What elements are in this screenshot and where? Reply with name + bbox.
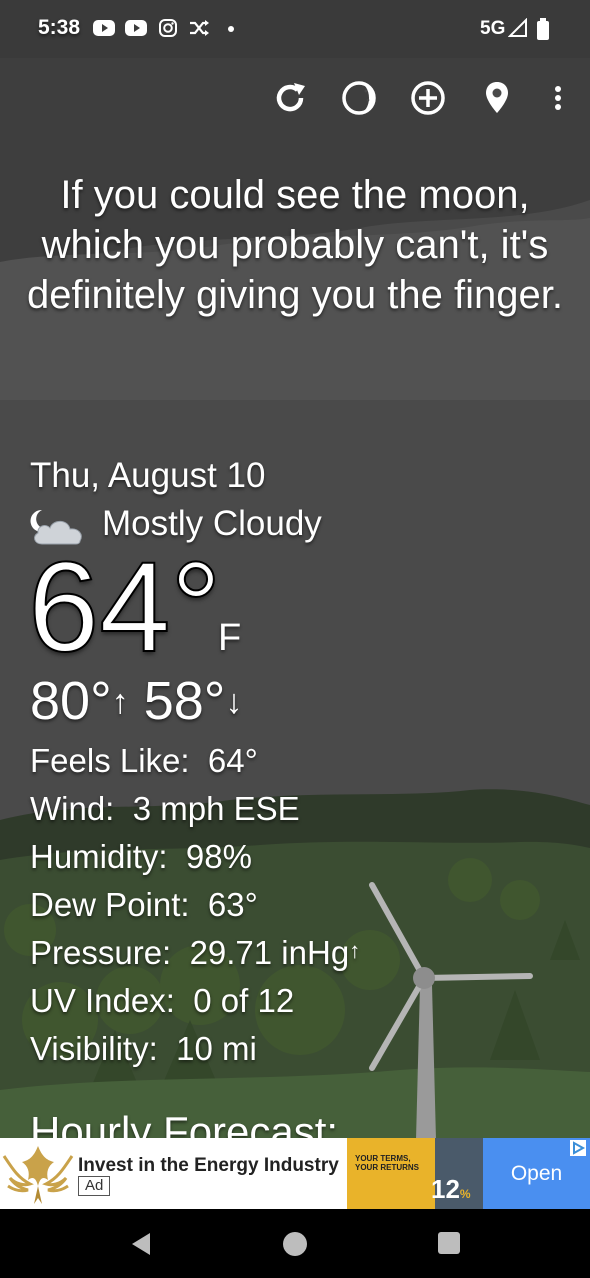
date-label: Thu, August 10 — [30, 456, 266, 495]
home-icon[interactable] — [282, 1231, 308, 1257]
pressure-trend-icon: ↑ — [349, 938, 361, 963]
ad-promo-rate: 12 — [431, 1174, 460, 1204]
wind-label: Wind: — [30, 790, 115, 827]
dew-point-row: Dew Point: 63° — [30, 886, 258, 924]
more-vert-icon — [555, 86, 561, 110]
ad-promo-line1: YOUR TERMS, — [355, 1154, 411, 1163]
add-location-icon — [411, 81, 445, 115]
ad-promo-line2: YOUR RETURNS — [355, 1163, 420, 1172]
dew-point-value: 63° — [207, 886, 258, 923]
visibility-label: Visibility: — [30, 1030, 158, 1067]
location-pin-icon — [486, 82, 508, 113]
wind-row: Wind: 3 mph ESE — [30, 790, 300, 828]
phoenix-logo-icon — [2, 1146, 74, 1204]
refresh-button[interactable] — [270, 78, 310, 118]
visibility-value: 10 mi — [176, 1030, 257, 1067]
add-location-button[interactable] — [408, 78, 448, 118]
dot-icon — [228, 26, 234, 32]
status-bar: 5:38 5G — [0, 0, 590, 58]
dew-point-label: Dew Point: — [30, 886, 190, 923]
high-low: 80°↑ 58°↓ — [30, 670, 242, 732]
temperature-unit: F — [218, 617, 242, 659]
uv-index-value: 0 of 12 — [193, 982, 295, 1019]
network-type: 5G — [480, 18, 506, 39]
feels-like-value: 64° — [207, 742, 258, 779]
snarky-quote: If you could see the moon, which you pro… — [27, 173, 563, 317]
pressure-label: Pressure: — [30, 934, 172, 971]
humidity-row: Humidity: 98% — [30, 838, 252, 876]
battery-icon — [537, 18, 549, 40]
high-arrow-icon: ↑ — [111, 683, 129, 721]
status-time: 5:38 — [38, 16, 81, 39]
feels-like-row: Feels Like: 64° — [30, 742, 258, 780]
ad-promo-image[interactable]: YOUR TERMS, YOUR RETURNS 12% — [347, 1138, 483, 1209]
pressure-row: Pressure: 29.71 inHg↑ — [30, 934, 360, 972]
youtube-icon — [125, 20, 147, 36]
recents-icon[interactable] — [437, 1231, 461, 1255]
humidity-value: 98% — [185, 838, 252, 875]
more-options-button[interactable] — [538, 78, 578, 118]
feels-like-label: Feels Like: — [30, 742, 190, 779]
humidity-label: Humidity: — [30, 838, 168, 875]
low-arrow-icon: ↓ — [225, 683, 243, 721]
high-temp: 80° — [30, 671, 112, 731]
navigation-bar — [0, 1209, 590, 1278]
shuffle-icon — [190, 20, 209, 36]
ad-badge: Ad — [78, 1176, 111, 1196]
ad-headline[interactable]: Invest in the Energy Industry — [78, 1155, 343, 1177]
ad-promo-pct: % — [459, 1187, 471, 1201]
location-button[interactable] — [477, 78, 517, 118]
moon-phase-button[interactable] — [339, 78, 379, 118]
youtube-icon — [93, 20, 115, 36]
visibility-row: Visibility: 10 mi — [30, 1030, 257, 1068]
uv-index-row: UV Index: 0 of 12 — [30, 982, 294, 1020]
pressure-value: 29.71 inHg — [189, 934, 350, 971]
ad-choices-icon[interactable] — [570, 1140, 586, 1156]
low-temp: 58° — [143, 671, 226, 731]
instagram-icon — [159, 19, 177, 37]
ad-banner[interactable]: Invest in the Energy Industry Ad YOUR TE… — [0, 1138, 590, 1209]
current-temperature: 64° — [27, 536, 223, 679]
uv-index-label: UV Index: — [30, 982, 175, 1019]
signal-icon — [508, 18, 527, 37]
wind-value: 3 mph ESE — [132, 790, 300, 827]
back-icon[interactable] — [128, 1231, 154, 1257]
moon-phase-icon — [342, 81, 376, 115]
refresh-icon — [276, 83, 305, 112]
